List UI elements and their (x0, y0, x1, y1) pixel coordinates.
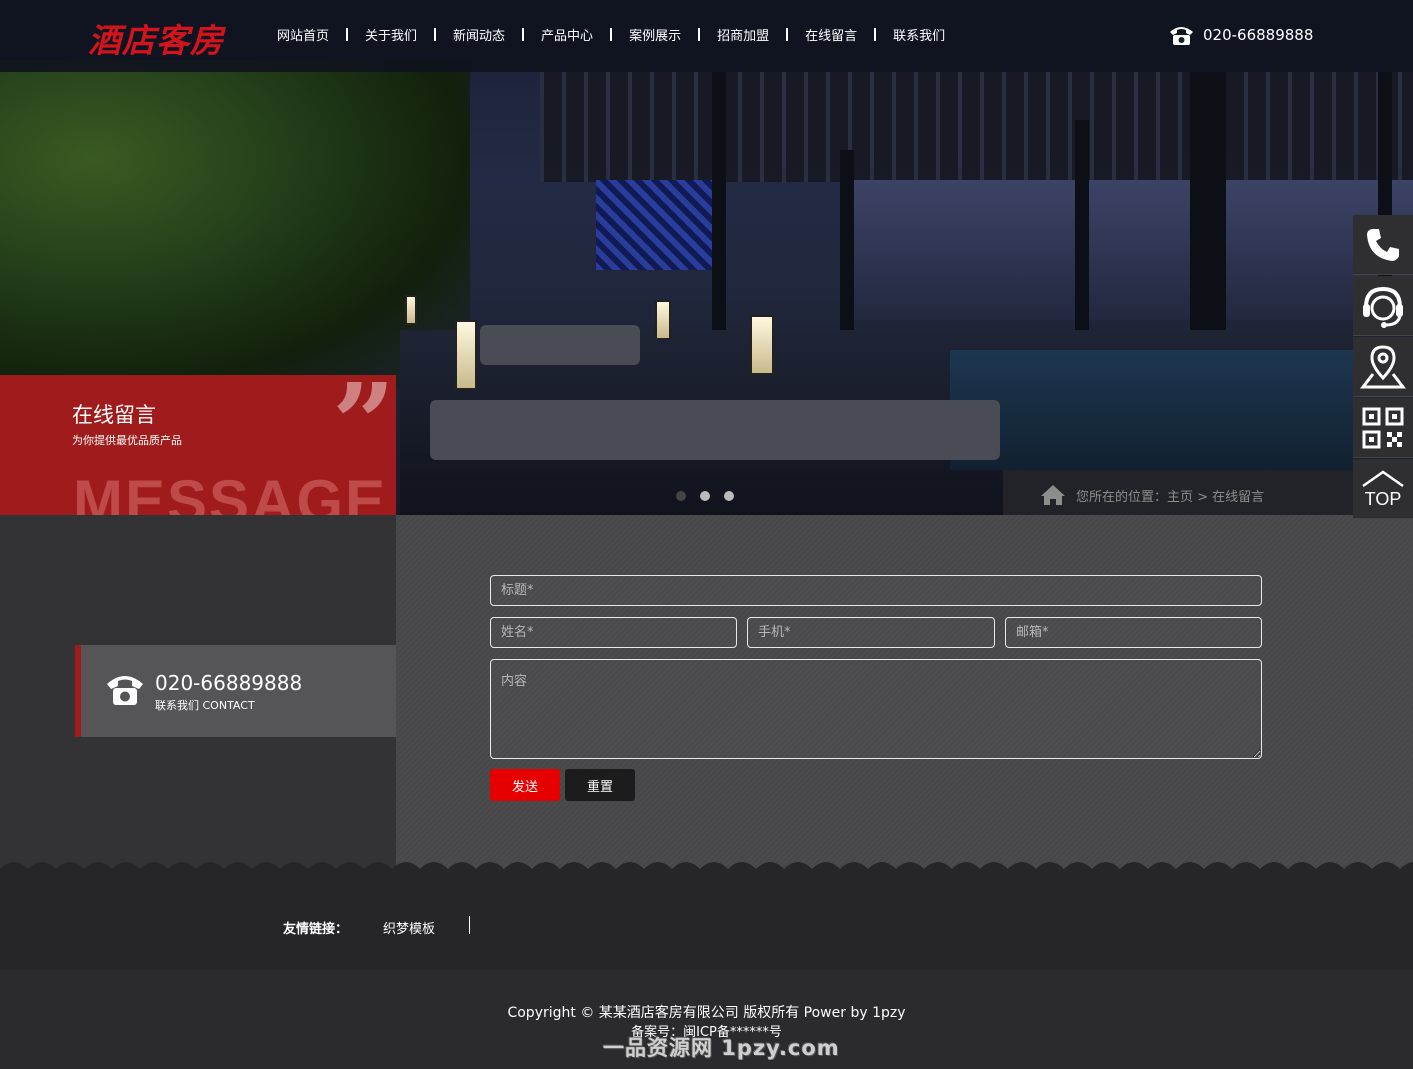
phone-input[interactable] (747, 617, 995, 648)
nav-item-contact[interactable]: 联系我们 (876, 25, 962, 44)
breadcrumb-text[interactable]: 您所在的位置：主页 > 在线留言 (1076, 486, 1264, 505)
slider-dot[interactable] (700, 491, 710, 501)
reset-button[interactable]: 重置 (565, 769, 635, 801)
home-icon[interactable] (1040, 484, 1066, 506)
site-watermark: 一品资源网 1pzy.com (603, 1036, 840, 1060)
banner-sofa (480, 325, 640, 365)
message-title: 在线留言 (72, 403, 156, 427)
back-to-top-button[interactable]: TOP (1353, 459, 1413, 519)
banner-pool (950, 350, 1413, 470)
banner-pergola (540, 72, 1413, 182)
contact-phone-number[interactable]: 020-66889888 (155, 671, 302, 695)
top-icon (1362, 469, 1404, 487)
nav-item-news[interactable]: 新闻动态 (436, 25, 522, 44)
nav-item-home[interactable]: 网站首页 (260, 25, 346, 44)
link-divider (469, 916, 470, 934)
friend-links-area (0, 870, 1413, 970)
banner-blue-wall (596, 180, 712, 270)
message-title-box: 在线留言 为你提供最优品质产品 ” MESSAGE (0, 375, 396, 515)
nav-item-about[interactable]: 关于我们 (348, 25, 434, 44)
send-button[interactable]: 发送 (490, 769, 560, 801)
nav-item-cases[interactable]: 案例展示 (612, 25, 698, 44)
banner-night-sky (850, 180, 1413, 320)
location-icon (1360, 344, 1406, 388)
site-header: 酒店客房 网站首页 关于我们 新闻动态 产品中心 案例展示 招商加盟 在线留言 … (0, 0, 1413, 72)
message-subtitle: 为你提供最优品质产品 (72, 434, 182, 447)
quote-mark: ” (332, 375, 396, 488)
qrcode-icon (1362, 407, 1404, 448)
contact-card: 020-66889888 联系我们 CONTACT (75, 645, 396, 737)
nav-item-products[interactable]: 产品中心 (524, 25, 610, 44)
header-phone-number[interactable]: 020-66889888 (1203, 26, 1313, 44)
banner-lantern (405, 295, 417, 325)
banner-column (840, 150, 854, 350)
floating-toolbar: TOP (1353, 215, 1413, 520)
banner-lantern (455, 320, 477, 390)
nav-item-franchise[interactable]: 招商加盟 (700, 25, 786, 44)
slider-dot[interactable] (724, 491, 734, 501)
float-location-button[interactable] (1353, 337, 1413, 397)
float-phone-button[interactable] (1353, 215, 1413, 275)
header-phone: 020-66889888 (1168, 24, 1313, 46)
email-input[interactable] (1005, 617, 1262, 648)
telephone-icon (1170, 27, 1193, 45)
headset-icon (1363, 286, 1403, 328)
top-label: TOP (1364, 488, 1402, 509)
banner-lantern (750, 315, 774, 375)
content-textarea[interactable] (490, 659, 1262, 759)
message-watermark-text: MESSAGE (73, 468, 388, 515)
banner-lantern (655, 300, 671, 340)
friend-link[interactable]: 织梦模板 (383, 918, 435, 937)
copyright-text: Copyright © 某某酒店客房有限公司 版权所有 Power by 1pz… (507, 1005, 906, 1021)
friend-links-label: 友情链接： (283, 922, 349, 937)
banner-column (1075, 120, 1089, 350)
telephone-icon (107, 676, 143, 705)
name-input[interactable] (490, 617, 737, 648)
breadcrumb: 您所在的位置：主页 > 在线留言 (1040, 484, 1264, 506)
slider-dots (676, 491, 734, 501)
site-logo[interactable]: 酒店客房 (88, 14, 224, 62)
nav-item-message[interactable]: 在线留言 (788, 25, 874, 44)
banner-sofa (430, 400, 1000, 460)
main-nav: 网站首页 关于我们 新闻动态 产品中心 案例展示 招商加盟 在线留言 联系我们 (260, 25, 962, 44)
phone-icon (1367, 228, 1399, 261)
float-service-button[interactable] (1353, 276, 1413, 336)
contact-label: 联系我们 CONTACT (155, 699, 255, 712)
float-qrcode-button[interactable] (1353, 398, 1413, 458)
slider-dot[interactable] (676, 491, 686, 501)
title-input[interactable] (490, 575, 1262, 606)
banner-column (712, 72, 726, 372)
